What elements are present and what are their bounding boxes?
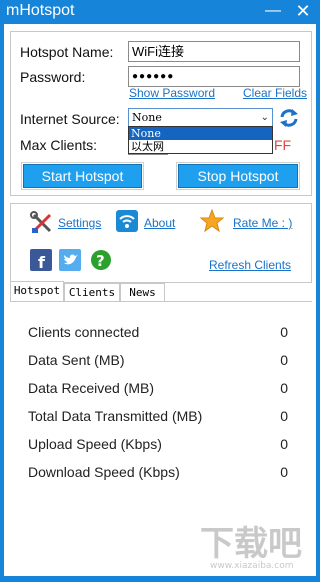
- password-input[interactable]: ●●●●●●: [128, 66, 300, 87]
- hotspot-tab-content: Clients connected 0 Data Sent (MB) 0 Dat…: [10, 301, 312, 526]
- stat-row: Data Sent (MB) 0: [28, 352, 288, 368]
- stat-value: 0: [280, 408, 288, 424]
- help-icon[interactable]: ?: [90, 249, 112, 271]
- about-link[interactable]: About: [144, 216, 175, 230]
- hotspot-name-input[interactable]: WiFi连接: [128, 41, 300, 62]
- stat-label: Data Received (MB): [28, 380, 155, 396]
- stat-label: Upload Speed (Kbps): [28, 436, 162, 452]
- close-button[interactable]: ✕: [292, 1, 314, 21]
- tab-news[interactable]: News: [120, 283, 165, 302]
- wifi-icon[interactable]: [116, 210, 138, 232]
- dropdown-option-none[interactable]: None: [129, 127, 272, 140]
- stop-hotspot-button[interactable]: Stop Hotspot: [176, 162, 300, 190]
- stat-value: 0: [280, 352, 288, 368]
- stat-label: Download Speed (Kbps): [28, 464, 180, 480]
- stat-value: 0: [280, 380, 288, 396]
- settings-link[interactable]: Settings: [58, 216, 101, 230]
- tab-clients[interactable]: Clients: [64, 283, 120, 302]
- dropdown-option-ethernet[interactable]: 以太网: [129, 140, 272, 153]
- star-icon[interactable]: [200, 209, 224, 233]
- password-label: Password:: [20, 69, 86, 85]
- internet-source-dropdown: None 以太网: [128, 126, 273, 154]
- watermark-url: www.xiazaiba.com: [210, 561, 294, 571]
- stat-value: 0: [280, 464, 288, 480]
- refresh-clients-link[interactable]: Refresh Clients: [209, 258, 291, 272]
- refresh-icon[interactable]: [279, 108, 299, 128]
- window-title: mHotspot: [6, 2, 75, 19]
- stat-row: Upload Speed (Kbps) 0: [28, 436, 288, 452]
- internet-source-value: None: [132, 111, 162, 124]
- twitter-icon[interactable]: [59, 249, 81, 271]
- status-toggle-text[interactable]: FF: [274, 137, 291, 153]
- stat-label: Total Data Transmitted (MB): [28, 408, 203, 424]
- hotspot-name-label: Hotspot Name:: [20, 44, 114, 60]
- tools-icon[interactable]: [30, 211, 54, 235]
- svg-text:f: f: [38, 253, 46, 271]
- stat-label: Clients connected: [28, 324, 140, 340]
- chevron-down-icon: ⌄: [260, 112, 269, 123]
- stat-label: Data Sent (MB): [28, 352, 125, 368]
- show-password-link[interactable]: Show Password: [129, 86, 215, 100]
- internet-source-label: Internet Source:: [20, 111, 120, 127]
- main-window: Hotspot Name: WiFi连接 Password: ●●●●●● Sh…: [4, 24, 316, 576]
- tab-hotspot[interactable]: Hotspot: [10, 281, 64, 302]
- stat-row: Data Received (MB) 0: [28, 380, 288, 396]
- svg-text:?: ?: [96, 252, 105, 270]
- rate-me-link[interactable]: Rate Me : ): [233, 216, 292, 230]
- stat-row: Download Speed (Kbps) 0: [28, 464, 288, 480]
- clear-fields-link[interactable]: Clear Fields: [243, 86, 307, 100]
- minimize-button[interactable]: —: [262, 1, 284, 21]
- stat-value: 0: [280, 324, 288, 340]
- title-bar: mHotspot — ✕: [0, 0, 320, 24]
- facebook-icon[interactable]: f: [30, 249, 52, 271]
- max-clients-label: Max Clients:: [20, 137, 98, 153]
- watermark-logo: 下载吧: [200, 524, 302, 564]
- internet-source-select[interactable]: None ⌄: [128, 108, 273, 127]
- stat-value: 0: [280, 436, 288, 452]
- stat-row: Clients connected 0: [28, 324, 288, 340]
- start-hotspot-button[interactable]: Start Hotspot: [21, 162, 144, 190]
- stat-row: Total Data Transmitted (MB) 0: [28, 408, 288, 424]
